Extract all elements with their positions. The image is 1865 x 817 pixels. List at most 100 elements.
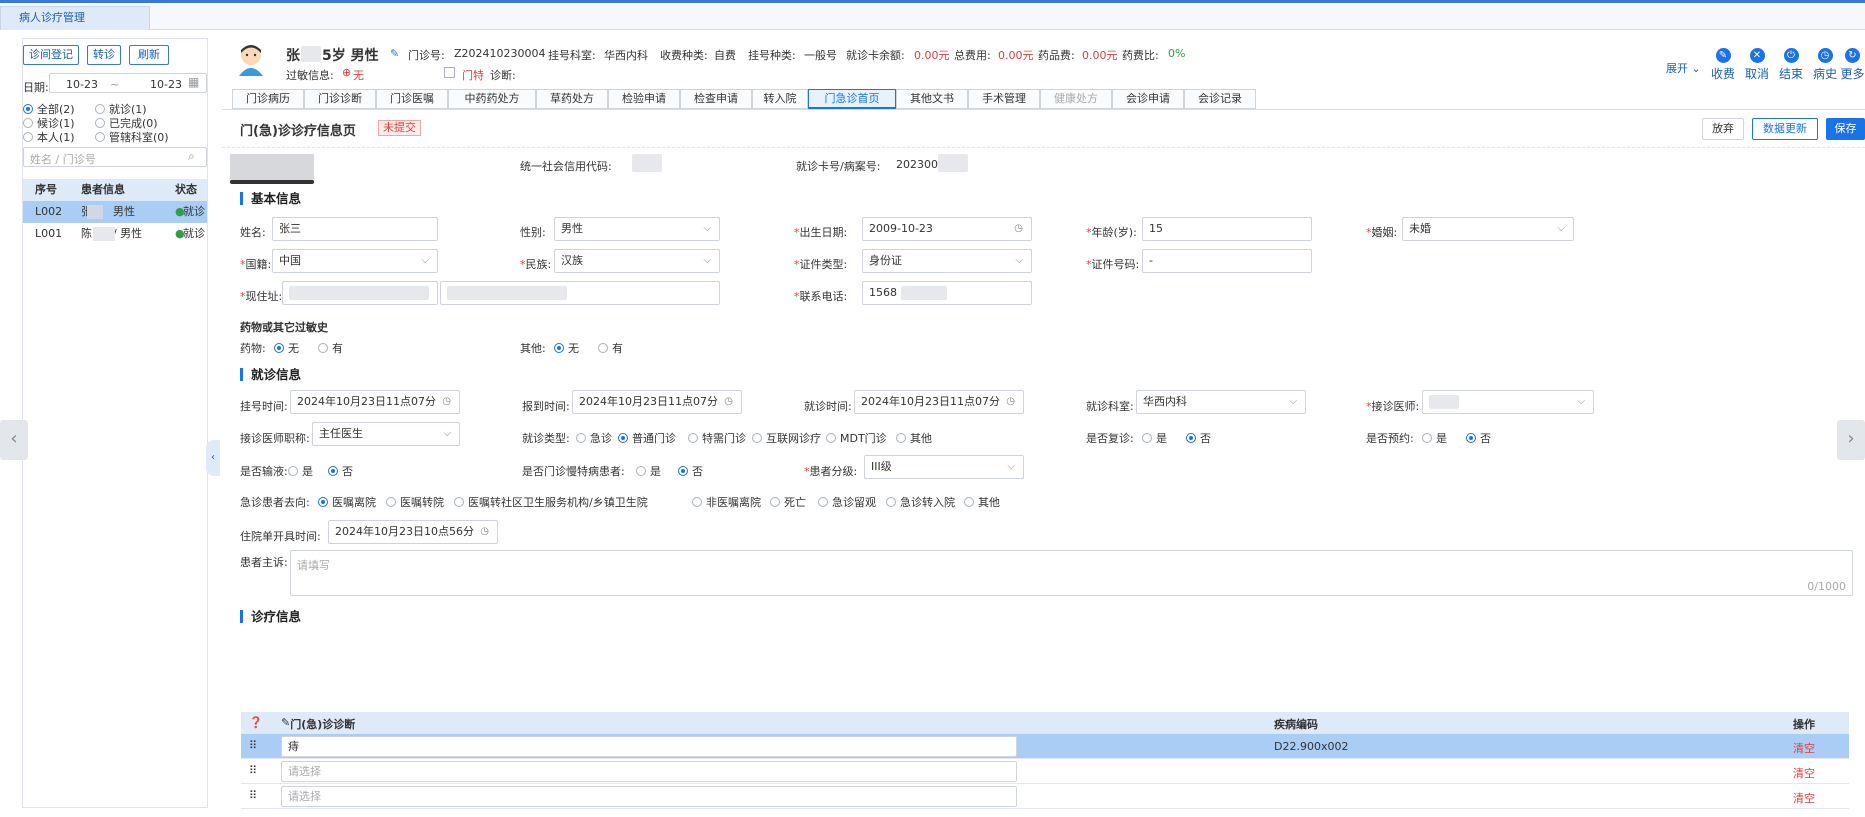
tab-consult-record[interactable]: 会诊记录 <box>1184 89 1256 109</box>
help-icon[interactable]: ❓ <box>249 716 263 729</box>
drug-allergy-none-radio[interactable]: 无 <box>274 340 299 356</box>
chronic-yes-radio[interactable]: 是 <box>636 463 661 479</box>
idtype-select[interactable]: 身份证 ⌵ <box>862 249 1032 273</box>
nation-select[interactable]: 中国 ⌵ <box>272 249 438 273</box>
tab-lab-request[interactable]: 检验申请 <box>608 89 680 109</box>
marriage-select[interactable]: 未婚 ⌵ <box>1402 217 1574 241</box>
diagnosis-input[interactable]: 痔 <box>281 736 1017 757</box>
visit-type-radio[interactable]: 急诊 <box>576 430 612 446</box>
doctor-select[interactable]: ⌵ <box>1422 390 1594 414</box>
table-row[interactable]: ⠿ 请选择 清空 <box>241 784 1849 809</box>
special-checkbox[interactable] <box>444 67 455 78</box>
drag-handle-icon[interactable]: ⠿ <box>249 739 257 752</box>
visit-dept-select[interactable]: 华西内科 ⌵ <box>1136 390 1306 414</box>
update-button[interactable]: 数据更新 <box>1752 118 1818 140</box>
transfusion-yes-radio[interactable]: 是 <box>288 463 313 479</box>
arrive-time-input[interactable]: 2024年10月23日11点07分 ◷ <box>572 390 742 414</box>
revisit-no-radio[interactable]: 否 <box>1186 430 1211 446</box>
visit-type-radio[interactable]: 其他 <box>896 430 932 446</box>
patient-search-input[interactable]: 姓名 / 门诊号 ⌕ <box>23 147 207 167</box>
destination-radio[interactable]: 非医嘱离院 <box>692 494 761 510</box>
name-input[interactable]: 张三 <box>272 217 438 241</box>
admit-time-input[interactable]: 2024年10月23日10点56分 ◷ <box>328 520 498 544</box>
age-input[interactable]: 15 <box>1142 217 1312 241</box>
revisit-yes-radio[interactable]: 是 <box>1142 430 1167 446</box>
other-allergy-has-radio[interactable]: 有 <box>598 340 623 356</box>
edit-icon[interactable]: ✎ <box>390 47 399 60</box>
diagnosis-input[interactable]: 请选择 <box>281 786 1017 807</box>
finish-button[interactable]: ⏻ 结束 <box>1776 48 1806 82</box>
ethnic-select[interactable]: 汉族 ⌵ <box>554 249 720 273</box>
drug-allergy-has-radio[interactable]: 有 <box>318 340 343 356</box>
collapse-left-handle[interactable]: ‹ <box>206 440 220 476</box>
save-button[interactable]: 保存 <box>1826 118 1865 140</box>
visit-time-input[interactable]: 2024年10月23日11点07分 ◷ <box>854 390 1024 414</box>
op-col-header: 操作 <box>1793 718 1815 731</box>
date-range-input[interactable]: 10-23 ~ 10-23 ▦ <box>49 73 207 93</box>
tab-patient-management[interactable]: 病人诊疗管理 <box>0 6 150 30</box>
table-row[interactable]: L002 张 男性 ● 就诊 <box>23 201 207 223</box>
destination-radio[interactable]: 死亡 <box>770 494 806 510</box>
transfusion-no-radio[interactable]: 否 <box>328 463 353 479</box>
destination-radio[interactable]: 急诊转入院 <box>886 494 955 510</box>
reg-time-input[interactable]: 2024年10月23日11点07分 ◷ <box>290 390 460 414</box>
tab-outpatient-diagnosis[interactable]: 门诊诊断 <box>304 89 376 109</box>
tab-exam-request[interactable]: 检查申请 <box>680 89 752 109</box>
history-button[interactable]: ◷ 病史 <box>1810 48 1840 82</box>
clear-button[interactable]: 清空 <box>1793 790 1815 806</box>
clear-button[interactable]: 清空 <box>1793 740 1815 756</box>
filter-dept[interactable]: 管辖科室(0) <box>95 129 169 145</box>
tab-herbal-prescription[interactable]: 草药处方 <box>536 89 608 109</box>
visit-type-radio[interactable]: 互联网诊疗 <box>752 430 821 446</box>
chronic-no-radio[interactable]: 否 <box>678 463 703 479</box>
allergy-label: 过敏信息: <box>286 69 334 82</box>
clock-icon: ◷ <box>442 396 451 407</box>
add-allergy-icon[interactable]: ⊕ <box>342 66 351 79</box>
tab-emergency-home[interactable]: 门急诊首页 <box>808 89 896 109</box>
visit-type-radio[interactable]: 特需门诊 <box>688 430 746 446</box>
idno-input[interactable]: - <box>1142 249 1312 273</box>
address-detail-input[interactable] <box>440 281 720 305</box>
other-allergy-none-radio[interactable]: 无 <box>554 340 579 356</box>
destination-radio[interactable]: 急诊留观 <box>818 494 876 510</box>
complaint-textarea[interactable]: 请填写 0/1000 <box>290 550 1853 596</box>
tab-surgery[interactable]: 手术管理 <box>968 89 1040 109</box>
phone-input[interactable]: 1568 <box>862 281 1032 305</box>
prev-arrow-icon[interactable]: ‹ <box>0 420 28 460</box>
destination-radio[interactable]: 医嘱转院 <box>386 494 444 510</box>
destination-radio[interactable]: 医嘱离院 <box>318 494 376 510</box>
destination-radio[interactable]: 其他 <box>964 494 1000 510</box>
tab-outpatient-record[interactable]: 门诊病历 <box>232 89 304 109</box>
more-button[interactable]: ↻ 更多 <box>1840 48 1865 82</box>
sex-select[interactable]: 男性 ⌵ <box>554 217 720 241</box>
destination-radio[interactable]: 医嘱转社区卫生服务机构/乡镇卫生院 <box>454 494 648 510</box>
abandon-button[interactable]: 放弃 <box>1702 118 1744 140</box>
referral-button[interactable]: 转诊 <box>87 45 121 65</box>
tab-tcm-prescription[interactable]: 中药药处方 <box>448 89 536 109</box>
drag-handle-icon[interactable]: ⠿ <box>249 764 257 777</box>
tab-other-docs[interactable]: 其他文书 <box>896 89 968 109</box>
table-row[interactable]: ⠿ 请选择 清空 <box>241 759 1849 784</box>
address-province-input[interactable] <box>282 281 438 305</box>
drag-handle-icon[interactable]: ⠿ <box>249 789 257 802</box>
grade-select[interactable]: III级 ⌵ <box>864 455 1024 479</box>
diagnosis-input[interactable]: 请选择 <box>281 761 1017 782</box>
filter-mine[interactable]: 本人(1) <box>23 129 75 145</box>
visit-type-radio[interactable]: 普通门诊 <box>618 430 676 446</box>
visit-type-radio[interactable]: MDT门诊 <box>826 430 887 446</box>
doctor-title-select[interactable]: 主任医生 ⌵ <box>312 422 460 446</box>
tab-admission[interactable]: 转入院 <box>752 89 808 109</box>
expand-toggle[interactable]: 展开 ⌄ <box>1666 60 1701 76</box>
table-row[interactable]: ⠿ 痔 D22.900x002 清空 <box>241 734 1849 759</box>
charge-button[interactable]: ✎ 收费 <box>1708 48 1738 82</box>
appoint-no-radio[interactable]: 否 <box>1466 430 1491 446</box>
tab-outpatient-orders[interactable]: 门诊医嘱 <box>376 89 448 109</box>
table-row[interactable]: L001 陈 / 男性 ● 就诊 <box>23 223 207 245</box>
refresh-button[interactable]: 刷新 <box>129 45 169 65</box>
birth-date-input[interactable]: 2009-10-23 ◷ <box>862 217 1032 241</box>
clear-button[interactable]: 清空 <box>1793 765 1815 781</box>
cancel-button[interactable]: ✕ 取消 <box>1742 48 1772 82</box>
register-button[interactable]: 诊间登记 <box>23 45 79 65</box>
appoint-yes-radio[interactable]: 是 <box>1422 430 1447 446</box>
tab-consult-request[interactable]: 会诊申请 <box>1112 89 1184 109</box>
